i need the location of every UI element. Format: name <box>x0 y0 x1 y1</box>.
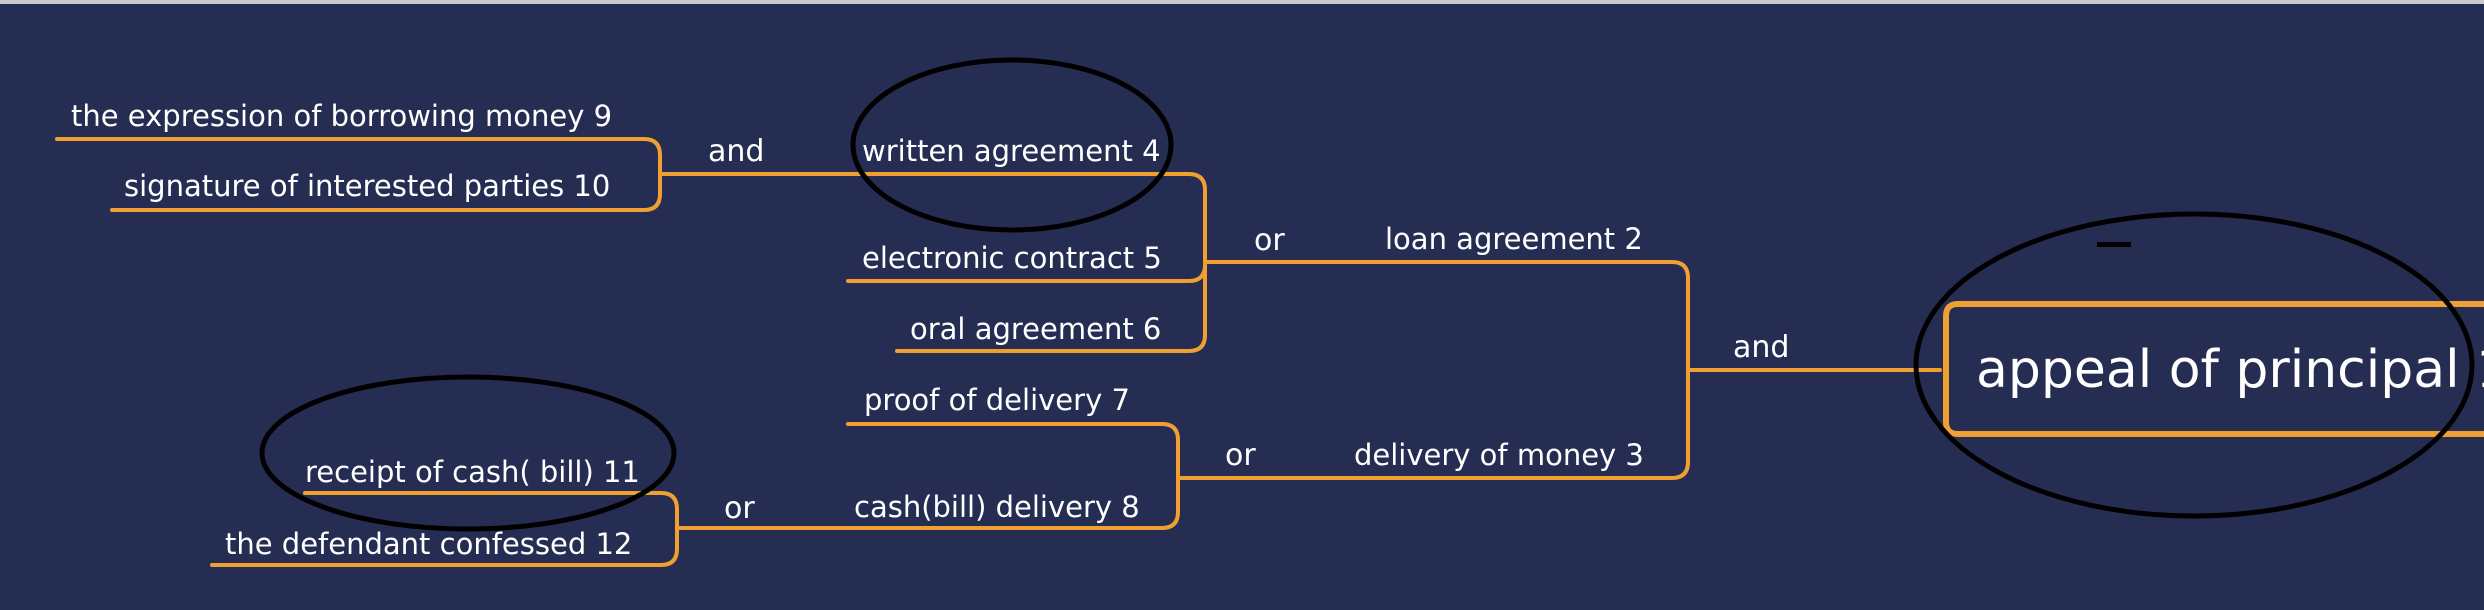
operator-loan-or: or <box>1254 223 1285 258</box>
minus-icon[interactable] <box>2097 242 2131 247</box>
node-delivery-of-money[interactable]: delivery of money 3 <box>1354 438 1644 472</box>
node-proof-of-delivery[interactable]: proof of delivery 7 <box>864 383 1130 417</box>
node-borrowing-expression[interactable]: the expression of borrowing money 9 <box>71 99 612 133</box>
root-node[interactable]: appeal of principal 1 <box>1943 301 2484 437</box>
node-electronic-contract[interactable]: electronic contract 5 <box>862 241 1162 275</box>
operator-root-and: and <box>1733 330 1789 365</box>
node-defendant-confessed[interactable]: the defendant confessed 12 <box>225 527 632 561</box>
root-node-label: appeal of principal 1 <box>1976 340 2484 400</box>
node-signature[interactable]: signature of interested parties 10 <box>124 169 610 203</box>
annotation-ellipse-receipt-of-cash <box>259 374 677 532</box>
operator-delivery-or: or <box>1225 438 1256 473</box>
operator-written-and: and <box>708 134 764 169</box>
node-loan-agreement[interactable]: loan agreement 2 <box>1385 222 1643 256</box>
node-oral-agreement[interactable]: oral agreement 6 <box>910 312 1161 346</box>
node-cash-bill-delivery[interactable]: cash(bill) delivery 8 <box>854 490 1140 524</box>
node-written-agreement[interactable]: written agreement 4 <box>862 134 1161 168</box>
mind-map-diagram: appeal of principal 1 and or and or or l… <box>55 57 2484 567</box>
node-receipt-of-cash[interactable]: receipt of cash( bill) 11 <box>305 455 640 489</box>
operator-cash-or: or <box>724 491 755 526</box>
